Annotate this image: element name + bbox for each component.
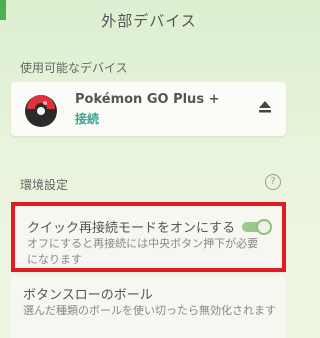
eject-icon[interactable]	[258, 100, 272, 114]
button-throw-ball-description: 選んだ種類のボールを使い切ったら無効化されます	[23, 304, 276, 317]
button-throw-ball-setting[interactable]: ボタンスローのボール 選んだ種類のボールを使い切ったら無効化されます	[11, 276, 286, 338]
quick-reconnect-setting[interactable]: クイック再接続モードをオンにする オフにすると再接続には中央ボタン押下が必要にな…	[11, 202, 286, 272]
help-icon[interactable]: ?	[265, 174, 281, 190]
device-name: Pokémon GO Plus +	[75, 92, 220, 107]
page-title: 外部デバイス	[101, 12, 197, 30]
quick-reconnect-title: クイック再接続モードをオンにする	[27, 221, 236, 236]
button-throw-ball-title: ボタンスローのボール	[23, 288, 153, 303]
available-devices-label: 使用可能なデバイス	[20, 61, 128, 75]
preferences-label: 環境設定	[20, 178, 69, 192]
toggle-knob	[256, 219, 272, 235]
device-connection-status: 接続	[75, 112, 100, 126]
device-card[interactable]: Pokémon GO Plus + 接続	[11, 82, 286, 136]
quick-reconnect-toggle[interactable]	[240, 218, 272, 236]
quick-reconnect-description: オフにすると再接続には中央ボタン押下が必要になります	[27, 237, 259, 266]
pokemon-go-plus-icon	[25, 95, 57, 127]
